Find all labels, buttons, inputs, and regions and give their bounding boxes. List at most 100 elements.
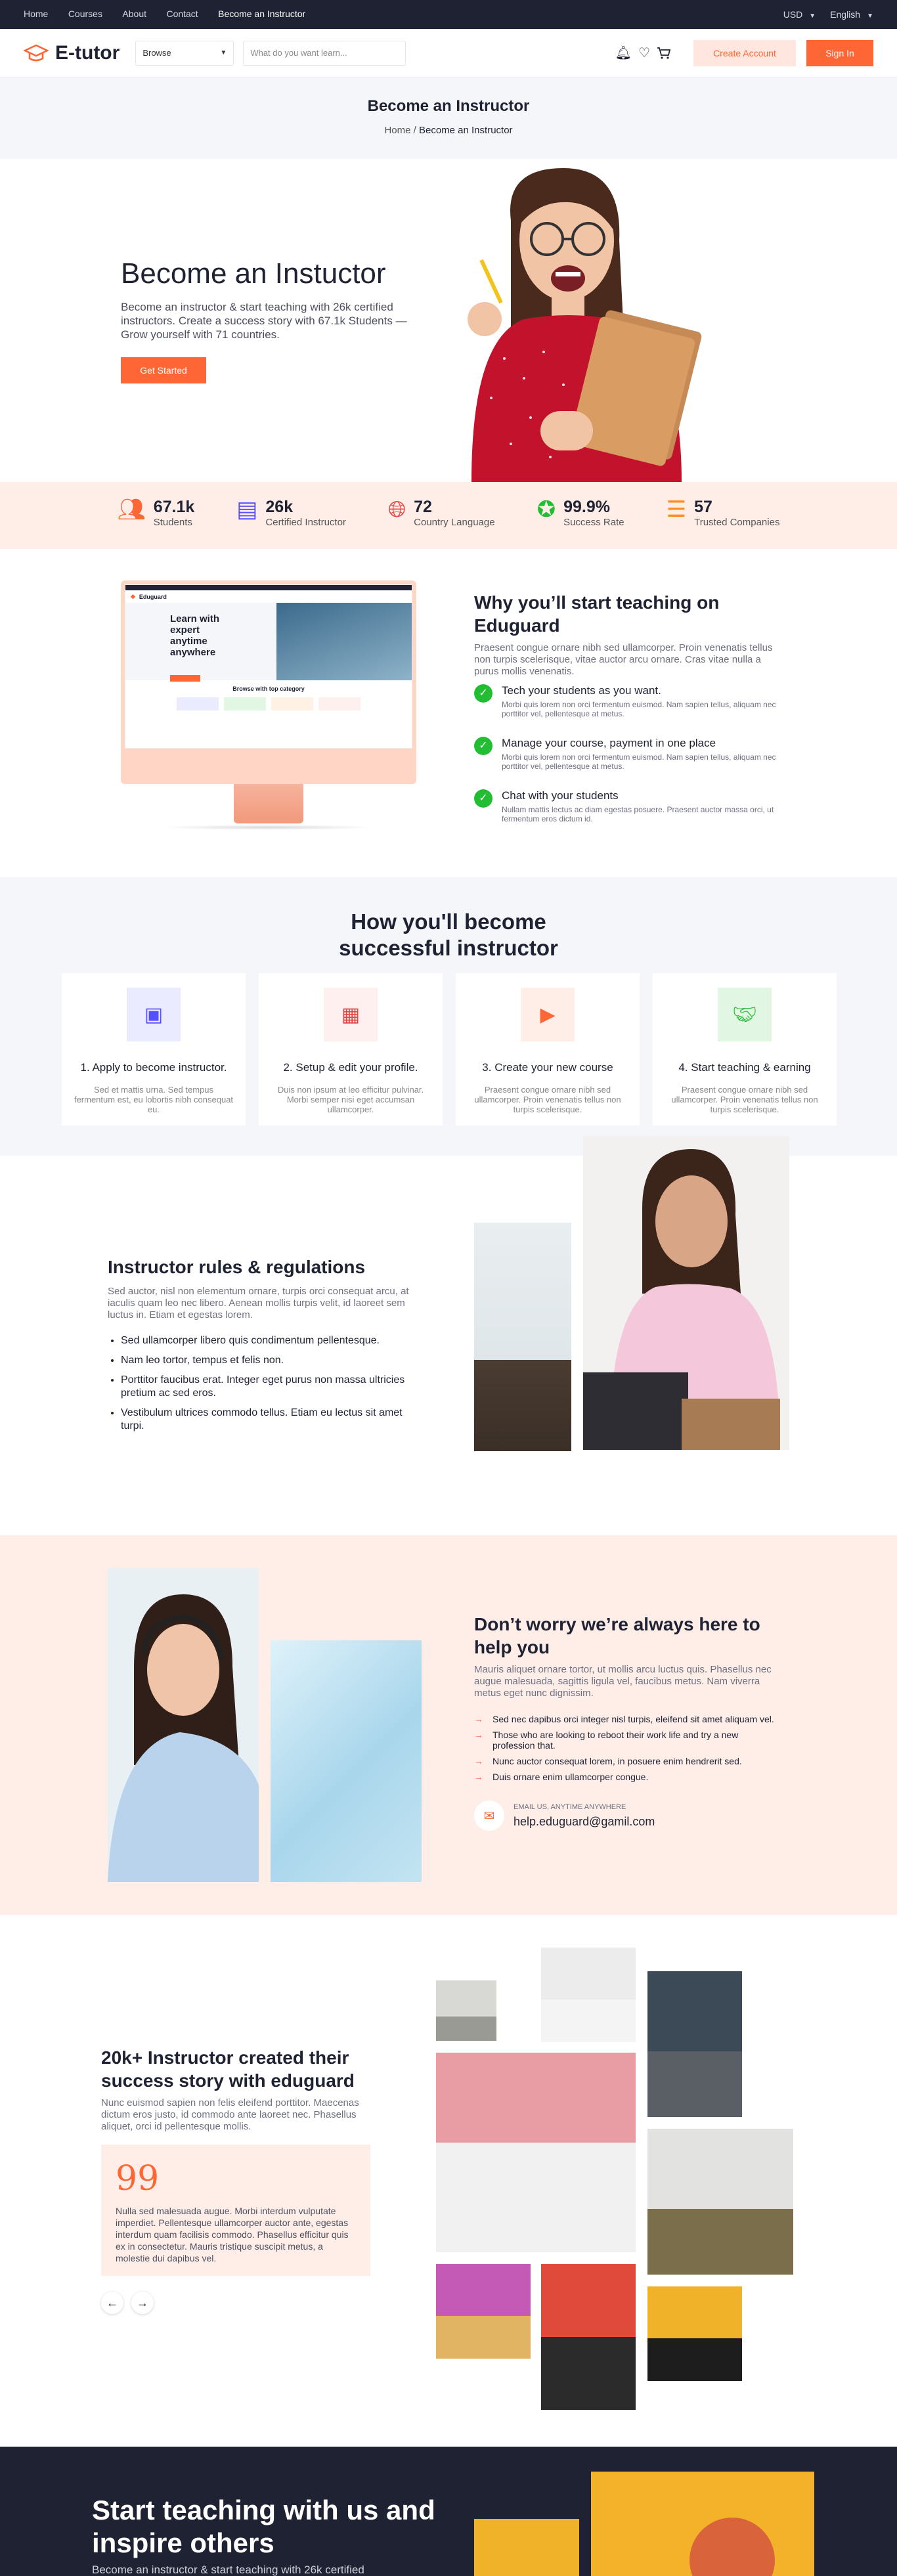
heart-icon[interactable]: ♡	[638, 45, 650, 61]
notebook-icon: ▤	[236, 497, 258, 522]
check-icon: ✓	[474, 737, 492, 755]
main-nav: E-tutor Browse ▼ What do you want learn..…	[0, 29, 897, 77]
footer-cta: Start teaching with us and inspire other…	[0, 2447, 897, 2576]
envelope-icon: ✉	[474, 1801, 504, 1831]
stat-companies: ☰ 57 Trusted Companies	[666, 497, 780, 528]
stat-success-rate: ✪ 99.9% Success Rate	[536, 497, 624, 528]
why-item: ✓ Manage your course, payment in one plac…	[474, 737, 783, 771]
arrow-right-icon: →	[474, 1772, 483, 1782]
instructor-photo	[541, 2264, 636, 2410]
email-contact: ✉ EMAIL US, ANYTIME ANYWHERE help.eduguar…	[474, 1801, 655, 1831]
browse-select[interactable]: Browse ▼	[135, 40, 234, 66]
instructor-photo	[647, 2286, 742, 2381]
breadcrumb-current: Become an Instructor	[418, 125, 513, 136]
office-photo	[474, 1223, 571, 1451]
handshake-icon: 🤝︎	[718, 988, 772, 1041]
success-section: 20k+ Instructor created their success st…	[0, 1915, 897, 2448]
mockup-headline: Learn with expert anytime anywhere	[170, 613, 220, 658]
graduation-cap-icon	[24, 44, 49, 61]
play-circle-icon: ▶	[521, 988, 575, 1041]
bell-icon[interactable]: 🔔︎	[615, 45, 632, 61]
help-lead: Mauris aliquet ornare tortor, ut mollis …	[474, 1664, 772, 1699]
search-input[interactable]: What do you want learn...	[243, 40, 406, 66]
breadcrumb-home[interactable]: Home	[384, 125, 410, 136]
keyboard-photo	[271, 1640, 422, 1882]
language-select[interactable]: English ▼	[830, 9, 873, 20]
instructor-photo	[647, 2129, 793, 2275]
list-item: Nam leo tortor, tempus et felis non.	[121, 1354, 416, 1367]
testimonial-text: Nulla sed malesuada augue. Morbi interdu…	[116, 2206, 349, 2263]
rules-list: Sed ullamcorper libero quis condimentum …	[121, 1334, 416, 1439]
steps-section: How you'll become successful instructor …	[0, 877, 897, 1156]
testimonial-card: 99 Nulla sed malesuada augue. Morbi inte…	[101, 2145, 370, 2276]
rules-title: Instructor rules & regulations	[108, 1257, 366, 1277]
stats-bar: 👥︎ 67.1k Students ▤ 26k Certified Instructor…	[0, 482, 897, 549]
steps-title: How you'll become successful instructor	[339, 909, 558, 960]
email-label: EMAIL US, ANYTIME ANYWHERE	[514, 1802, 626, 1811]
list-item: Sed ullamcorper libero quis condimentum …	[121, 1334, 416, 1347]
step-card: ▦ 2. Setup & edit your profile. Duis non i…	[259, 973, 443, 1125]
cart-icon[interactable]	[657, 47, 671, 60]
step-card: ▣ 1. Apply to become instructor. Sed et ma…	[62, 973, 246, 1125]
seal-check-icon: ✪	[536, 497, 556, 522]
monitor-mockup: ◆ Eduguard Learn with expert anytime anyw…	[121, 580, 416, 830]
instructor-photo	[436, 2264, 531, 2359]
why-title: Why you’ll start teaching on Eduguard	[474, 592, 720, 636]
stat-languages: 🌐︎ 72 Country Language	[387, 497, 495, 528]
top-link-about[interactable]: About	[122, 9, 146, 19]
chevron-down-icon: ▼	[867, 12, 873, 20]
stack-icon: ☰	[666, 497, 687, 522]
footer-text: Become an instructor & start teaching wi…	[92, 2564, 364, 2576]
hero-title: Become an Instuctor	[121, 257, 386, 290]
top-link-courses[interactable]: Courses	[68, 9, 102, 19]
rules-lead: Sed auctor, nisl non elementum ornare, t…	[108, 1286, 409, 1321]
cta-instructor-photo	[591, 2472, 814, 2576]
get-started-button[interactable]: Get Started	[121, 357, 206, 383]
instructor-photo	[647, 1971, 742, 2117]
top-link-contact[interactable]: Contact	[166, 9, 198, 19]
mockup-subtitle: Browse with top category	[232, 686, 305, 692]
globe-icon: 🌐︎	[387, 497, 406, 522]
identification-card-icon: ▣	[127, 988, 181, 1041]
arrow-right-icon: →	[474, 1714, 483, 1724]
instructor-photo	[541, 1948, 636, 2042]
step-card: 🤝︎ 4. Start teaching & earning Praesent co…	[653, 973, 837, 1125]
stat-students: 👥︎ 67.1k Students	[117, 497, 195, 528]
mockup-brand: Eduguard	[139, 593, 167, 600]
help-section: Don’t worry we’re always here to help yo…	[0, 1535, 897, 1915]
top-link-instructor[interactable]: Become an Instructor	[218, 9, 305, 19]
brand-logo[interactable]: E-tutor	[24, 42, 120, 64]
list-item: Vestibulum ultrices commodo tellus. Etia…	[121, 1407, 416, 1433]
help-list: → Sed nec dapibus orci integer nisl turpi…	[474, 1714, 783, 1787]
stat-instructors: ▤ 26k Certified Instructor	[236, 497, 346, 528]
arrow-right-icon: →	[474, 1756, 483, 1766]
help-title: Don’t worry we’re always here to help yo…	[474, 1614, 760, 1657]
success-title: 20k+ Instructor created their success st…	[101, 2047, 355, 2091]
check-icon: ✓	[474, 789, 492, 808]
list-item: → Duis ornare enim ullamcorper congue.	[474, 1772, 649, 1782]
list-item: → Those who are looking to reboot their w…	[474, 1730, 739, 1751]
prev-button[interactable]: ←	[101, 2292, 123, 2314]
cta-decor-shape	[474, 2519, 579, 2576]
success-lead: Nunc euismod sapien non felis eleifend p…	[101, 2097, 359, 2132]
currency-select[interactable]: USD ▼	[783, 9, 816, 20]
sign-in-button[interactable]: Sign In	[806, 39, 873, 66]
arrow-right-icon: →	[474, 1730, 483, 1740]
top-link-home[interactable]: Home	[24, 9, 48, 19]
list-item: → Nunc auctor consequat lorem, in posuere…	[474, 1756, 742, 1766]
check-icon: ✓	[474, 684, 492, 703]
footer-title: Start teaching with us and inspire other…	[92, 2495, 435, 2558]
list-item: → Sed nec dapibus orci integer nisl turpi…	[474, 1714, 774, 1724]
email-link[interactable]: help.eduguard@gamil.com	[514, 1815, 655, 1828]
why-item: ✓ Tech your students as you want. Morbi qu…	[474, 684, 783, 718]
hero-text: Become an instructor & start teaching wi…	[121, 301, 407, 341]
quote-icon: 99	[116, 2159, 160, 2198]
page-title: Become an Instructor	[367, 97, 530, 115]
support-agent-photo	[108, 1568, 259, 1882]
users-icon: 👥︎	[117, 497, 146, 522]
chevron-down-icon: ▼	[809, 12, 816, 20]
search-placeholder: What do you want learn...	[250, 48, 347, 58]
next-button[interactable]: →	[131, 2292, 154, 2314]
create-account-button[interactable]: Create Account	[693, 39, 796, 66]
identification-badge-icon: ▦	[324, 988, 378, 1041]
